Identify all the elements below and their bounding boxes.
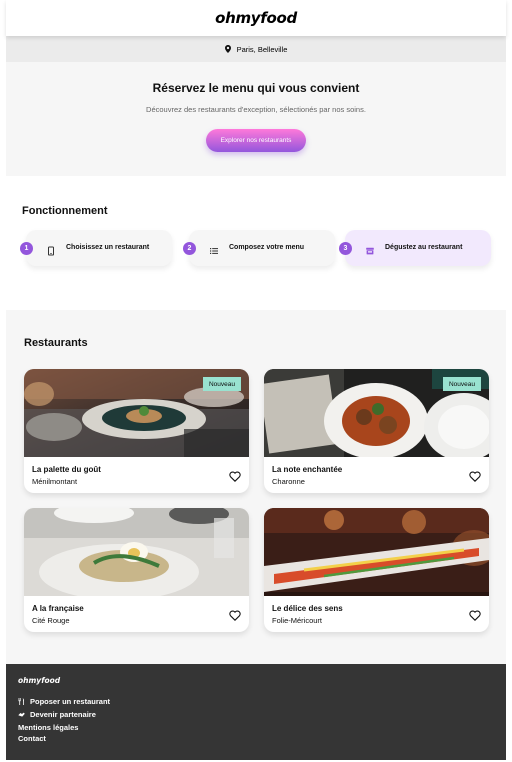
heart-icon[interactable]	[229, 469, 241, 482]
heart-icon[interactable]	[469, 608, 481, 621]
restaurant-location: Cité Rouge	[32, 616, 70, 625]
step-number: 1	[20, 242, 33, 255]
new-badge: Nouveau	[202, 377, 241, 391]
store-icon	[365, 243, 375, 255]
restaurants-title: Restaurants	[24, 337, 88, 349]
footer-link-label: Contact	[18, 734, 46, 743]
restaurants-section: Restaurants Nouveau La palette du goût M…	[6, 310, 506, 664]
heart-icon[interactable]	[469, 469, 481, 482]
footer-link-propose-restaurant[interactable]: Poposer un restaurant	[18, 697, 110, 706]
explore-restaurants-button[interactable]: Explorer nos restaurants	[206, 129, 306, 152]
hero-title: Réservez le menu qui vous convient	[152, 81, 360, 95]
step-number: 2	[183, 242, 196, 255]
restaurant-photo	[264, 508, 489, 596]
footer-link-label: Mentions légales	[18, 723, 79, 732]
step-label: Composez votre menu	[229, 244, 305, 251]
page: ohmyfood Paris, Belleville Réservez le m…	[6, 0, 506, 762]
steps-title: Fonctionnement	[22, 205, 108, 217]
restaurant-photo	[24, 508, 249, 596]
restaurant-card-palette-du-gout[interactable]: Nouveau La palette du goût Ménilmontant	[24, 369, 249, 493]
step-number: 3	[339, 242, 352, 255]
list-icon	[209, 243, 219, 254]
restaurant-card-delice-des-sens[interactable]: Le délice des sens Folie-Méricourt	[264, 508, 489, 632]
footer-link-contact[interactable]: Contact	[18, 734, 46, 743]
footer-link-label: Poposer un restaurant	[30, 697, 111, 706]
restaurant-name: La note enchantée	[272, 465, 343, 474]
hero-subtitle: Découvrez des restaurants d'exception, s…	[146, 105, 366, 114]
new-badge: Nouveau	[442, 377, 481, 391]
restaurant-location: Charonne	[272, 477, 305, 486]
heart-icon[interactable]	[229, 608, 241, 621]
location-text: Paris, Belleville	[236, 44, 288, 54]
footer-logo[interactable]: ohmyfood	[18, 676, 60, 685]
step-label: Dégustez au restaurant	[385, 244, 463, 251]
footer-link-label: Devenir partenaire	[30, 710, 96, 719]
footer-link-legal[interactable]: Mentions légales	[18, 723, 78, 732]
hero-section: Réservez le menu qui vous convient Décou…	[6, 62, 506, 176]
restaurant-location: Ménilmontant	[32, 477, 78, 486]
utensils-icon	[18, 698, 25, 705]
map-pin-icon	[224, 45, 231, 53]
step-label: Choisissez un restaurant	[66, 244, 150, 251]
step-choose-restaurant[interactable]: 1 Choisissez un restaurant	[20, 230, 172, 266]
restaurant-name: Le délice des sens	[272, 604, 343, 613]
step-compose-menu[interactable]: 2 Composez votre menu	[183, 230, 335, 266]
logo[interactable]: ohmyfood	[215, 9, 297, 27]
restaurant-name: A la française	[32, 604, 84, 613]
restaurant-card-note-enchantee[interactable]: Nouveau La note enchantée Charonne	[264, 369, 489, 493]
header: ohmyfood	[6, 0, 506, 36]
restaurant-name: La palette du goût	[32, 465, 101, 474]
restaurant-card-a-la-francaise[interactable]: A la française Cité Rouge	[24, 508, 249, 632]
handshake-icon	[18, 711, 25, 718]
step-taste-restaurant[interactable]: 3 Dégustez au restaurant	[339, 230, 491, 266]
restaurant-location: Folie-Méricourt	[272, 616, 323, 625]
footer-link-become-partner[interactable]: Devenir partenaire	[18, 710, 96, 719]
footer: ohmyfood Poposer un restaurant Devenir p…	[6, 664, 506, 760]
location-bar: Paris, Belleville	[6, 36, 506, 62]
phone-icon	[46, 243, 56, 256]
